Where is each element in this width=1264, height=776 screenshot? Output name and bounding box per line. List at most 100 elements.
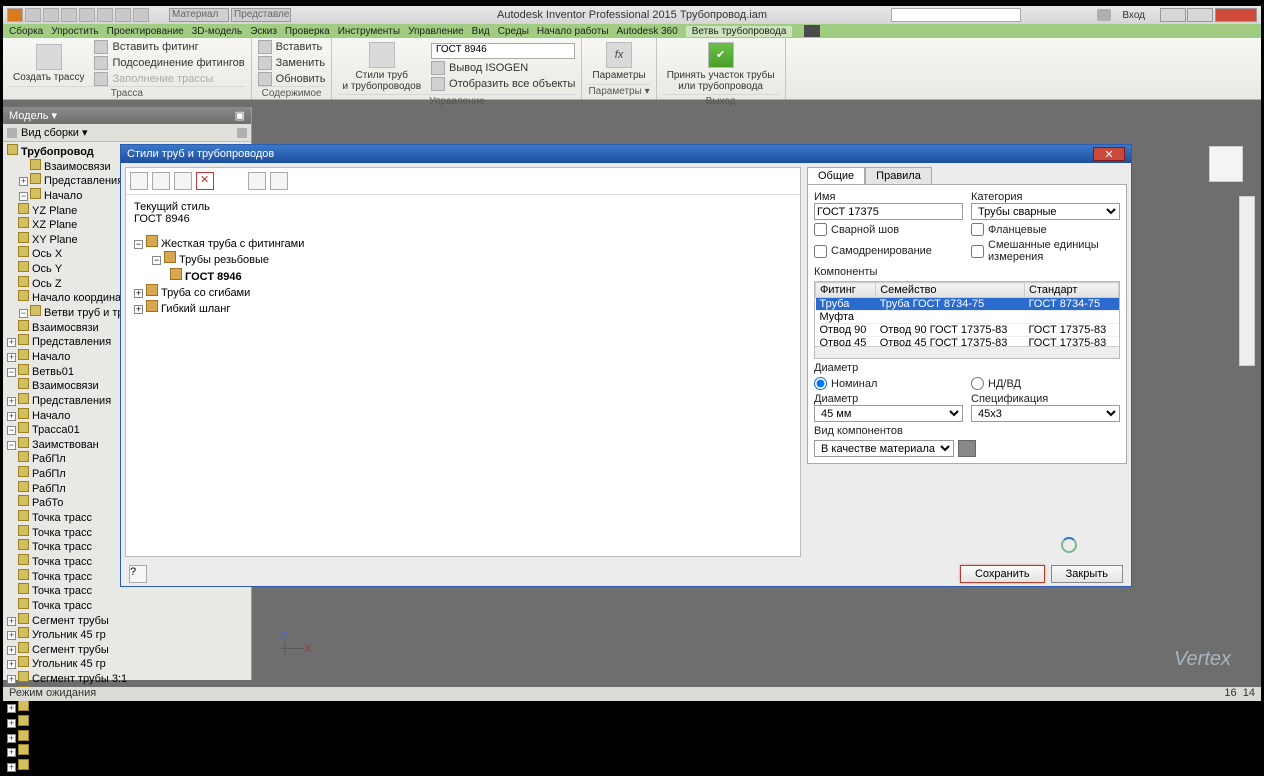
tab-view[interactable]: Вид	[472, 26, 490, 37]
tree-item[interactable]: +Сегмент трубы	[3, 613, 251, 628]
qat-select-icon[interactable]	[133, 8, 149, 22]
qat-undo-icon[interactable]	[79, 8, 95, 22]
isogen-button[interactable]: Вывод ISOGEN	[431, 61, 575, 75]
table-header[interactable]: Стандарт	[1024, 283, 1118, 298]
selfdrain-checkbox[interactable]	[814, 245, 827, 258]
tab-manage[interactable]: Управление	[408, 26, 464, 37]
dialog-close-button[interactable]: ✕	[1093, 147, 1125, 161]
insert-fitting-button[interactable]: Вставить фитинг	[94, 40, 244, 54]
app-logo-icon[interactable]	[7, 8, 23, 22]
edit-style-icon[interactable]	[152, 172, 170, 190]
table-row[interactable]: ТрубаТруба ГОСТ 8734-75ГОСТ 8734-75	[816, 298, 1119, 311]
dialog-titlebar[interactable]: Стили труб и трубопроводов ✕	[121, 145, 1131, 163]
qat-save-icon[interactable]	[61, 8, 77, 22]
panel-parameters-title[interactable]: Параметры ▾	[588, 84, 649, 97]
appearance-combo[interactable]: Представлен	[231, 8, 291, 22]
nominal-radio[interactable]	[814, 377, 827, 390]
tab-tools[interactable]: Инструменты	[338, 26, 400, 37]
navigation-bar[interactable]	[1239, 196, 1255, 366]
browser-pin-icon[interactable]: ▣	[235, 109, 245, 122]
material-combo[interactable]: Материал	[169, 8, 229, 22]
search-input[interactable]	[891, 8, 1021, 22]
category-select[interactable]: Трубы сварные	[971, 203, 1120, 220]
tab-inspect[interactable]: Проверка	[285, 26, 330, 37]
name-input[interactable]	[814, 203, 963, 220]
tree-item[interactable]: +Угольник 45 град.-1 ГОСТ 8946-75 25:2	[3, 744, 251, 759]
table-scrollbar[interactable]	[815, 346, 1119, 358]
connect-fittings-button[interactable]: Подсоединение фитингов	[94, 56, 244, 70]
window-close-button[interactable]	[1215, 8, 1257, 22]
flange-checkbox[interactable]	[971, 223, 984, 236]
tab-extra-icon[interactable]	[804, 25, 820, 37]
find-icon[interactable]	[237, 128, 247, 138]
qat-new-icon[interactable]	[25, 8, 41, 22]
user-icon[interactable]	[1097, 9, 1111, 21]
window-minimize-button[interactable]	[1160, 8, 1186, 22]
user-label[interactable]: Вход	[1122, 10, 1145, 21]
color-swatch[interactable]	[958, 440, 976, 457]
tab-rules[interactable]: Правила	[865, 167, 932, 184]
browser-header[interactable]: Модель ▾▣	[3, 107, 251, 124]
style-tree-item[interactable]: ГОСТ 8946	[134, 268, 792, 284]
filter-icon[interactable]	[7, 128, 17, 138]
table-row[interactable]: Муфта	[816, 311, 1119, 324]
save-button[interactable]: Сохранить	[960, 565, 1045, 583]
qat-redo-icon[interactable]	[97, 8, 113, 22]
style-tree-item[interactable]: +Гибкий шланг	[134, 300, 792, 316]
delete-style-icon[interactable]	[196, 172, 214, 190]
compview-select[interactable]: В качестве материала	[814, 440, 954, 457]
tree-item[interactable]: +Угольник 90 град.-1 ГОСТ 8946-75 25:1	[3, 715, 251, 730]
diameter-select[interactable]: 45 мм	[814, 405, 963, 422]
tree-item[interactable]: +Угольник 45 гр	[3, 656, 251, 671]
view-cube[interactable]	[1209, 146, 1243, 182]
parameters-button[interactable]: fx Параметры	[588, 40, 649, 83]
tab-environments[interactable]: Среды	[498, 26, 529, 37]
tree-item[interactable]: +Угольник 45 гр	[3, 627, 251, 642]
style-combo[interactable]: ГОСТ 8946	[431, 43, 575, 59]
tb-extra2-icon[interactable]	[270, 172, 288, 190]
tab-a360[interactable]: Autodesk 360	[617, 26, 678, 37]
spec-select[interactable]: 45x3	[971, 405, 1120, 422]
dialog-help-button[interactable]: ?	[129, 565, 147, 583]
view-filter-combo[interactable]: Вид сборки ▾	[21, 126, 88, 139]
qat-home-icon[interactable]	[115, 8, 131, 22]
replace-button[interactable]: Заменить	[258, 56, 326, 70]
qat-open-icon[interactable]	[43, 8, 59, 22]
new-style-icon[interactable]	[130, 172, 148, 190]
tree-item[interactable]: +Сегмент трубы 3:1	[3, 671, 251, 686]
tree-item[interactable]: Точка трасс	[3, 598, 251, 613]
style-tree-item[interactable]: −Жесткая труба с фитингами	[134, 235, 792, 251]
tree-item[interactable]: +Сегмент трубы 5:1	[3, 730, 251, 745]
tab-3dmodel[interactable]: 3D-модель	[192, 26, 242, 37]
refresh-button[interactable]: Обновить	[258, 72, 326, 86]
components-table[interactable]: ФитингСемействоСтандартТрубаТруба ГОСТ 8…	[814, 281, 1120, 359]
mixedunits-checkbox[interactable]	[971, 245, 984, 258]
tree-item[interactable]: +Сегмент трубы 4:1	[3, 700, 251, 715]
style-tree-item[interactable]: −Трубы резьбовые	[134, 251, 792, 267]
tab-assembly[interactable]: Сборка	[9, 26, 43, 37]
close-button[interactable]: Закрыть	[1051, 565, 1123, 583]
tab-sketch[interactable]: Эскиз	[250, 26, 277, 37]
insert-button[interactable]: Вставить	[258, 40, 326, 54]
pipe-styles-button[interactable]: Стили труб и трубопроводов	[338, 40, 425, 94]
window-maximize-button[interactable]	[1187, 8, 1213, 22]
odid-radio[interactable]	[971, 377, 984, 390]
tb-extra1-icon[interactable]	[248, 172, 266, 190]
tab-getstarted[interactable]: Начало работы	[537, 26, 609, 37]
tab-general[interactable]: Общие	[807, 167, 865, 184]
tab-design[interactable]: Проектирование	[107, 26, 184, 37]
table-header[interactable]: Фитинг	[816, 283, 876, 298]
tab-simplify[interactable]: Упростить	[51, 26, 98, 37]
style-tree-item[interactable]: +Труба со сгибами	[134, 284, 792, 300]
tab-pipe-branch[interactable]: Ветвь трубопровода	[686, 26, 793, 37]
weld-checkbox[interactable]	[814, 223, 827, 236]
copy-style-icon[interactable]	[174, 172, 192, 190]
finish-button[interactable]: ✔ Принять участок трубы или трубопровода	[663, 40, 779, 94]
tree-item[interactable]: +Сегмент трубы 6:1	[3, 759, 251, 774]
tree-item[interactable]: +Сегмент трубы	[3, 642, 251, 657]
table-header[interactable]: Семейство	[876, 283, 1025, 298]
create-route-button[interactable]: Создать трассу	[9, 42, 88, 85]
show-all-button[interactable]: Отобразить все объекты	[431, 77, 575, 91]
table-row[interactable]: Отвод 90Отвод 90 ГОСТ 17375-83ГОСТ 17375…	[816, 324, 1119, 337]
style-tree[interactable]: −Жесткая труба с фитингами−Трубы резьбов…	[126, 231, 800, 556]
